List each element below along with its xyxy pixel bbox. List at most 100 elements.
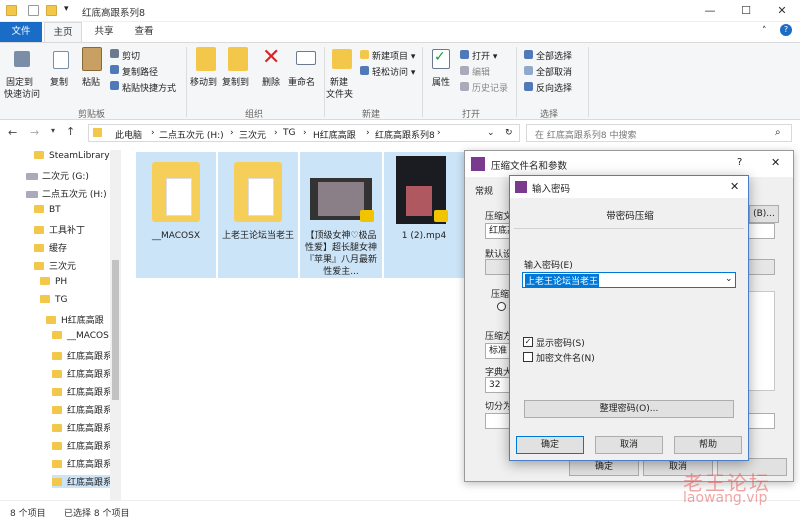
tree-item[interactable]: 红底高跟系 <box>52 439 112 452</box>
folder-icon <box>52 478 62 486</box>
close-icon[interactable]: ✕ <box>730 180 739 193</box>
help-icon[interactable]: ? <box>737 157 742 168</box>
tree-item[interactable]: 红底高跟系 <box>52 385 112 398</box>
tree-item[interactable]: 红底高跟系 <box>52 403 112 416</box>
search-box[interactable]: 在 红底高跟系列8 中搜索 ⌕ <box>526 124 792 142</box>
select-all-button[interactable]: 全部选择 <box>536 49 572 62</box>
help-button[interactable]: 帮助 <box>674 436 742 454</box>
address-bar[interactable]: 此电脑 › 二点五次元 (H:) › 三次元 › TG › H红底高跟 › 红底… <box>88 124 520 142</box>
nav-scrollbar[interactable] <box>110 150 121 500</box>
select-none-icon <box>524 66 533 75</box>
cancel-button[interactable]: 取消 <box>595 436 663 454</box>
tree-item[interactable]: 缓存 <box>34 241 67 254</box>
tree-item[interactable]: SteamLibrary <box>34 151 110 161</box>
split-label: 切分为 <box>485 402 513 412</box>
select-none-button[interactable]: 全部取消 <box>536 65 572 78</box>
collapse-ribbon-icon[interactable]: ˄ <box>762 26 767 36</box>
file-item[interactable]: __MACOSX <box>136 152 216 278</box>
forward-arrow-icon[interactable]: → <box>30 126 39 139</box>
tree-item[interactable]: 三次元 <box>34 259 76 272</box>
password-input[interactable]: 上老王论坛当老王 ⌄ <box>522 272 736 288</box>
ribbon-divider <box>588 47 589 117</box>
archive-format-label: 压缩 <box>491 290 510 300</box>
selection-count: 已选择 8 个项目 <box>64 509 130 519</box>
dialog-title-bar: 输入密码 ✕ <box>510 176 748 198</box>
invert-selection-button[interactable]: 反向选择 <box>536 81 572 94</box>
close-icon[interactable]: ✕ <box>771 156 780 169</box>
tree-item[interactable]: H红底高跟 <box>46 313 104 326</box>
format-radio[interactable] <box>497 302 506 311</box>
navigation-pane: SteamLibrary 二次元 (G:) 二点五次元 (H:) BT 工具补丁… <box>0 145 121 501</box>
breadcrumb-item[interactable]: 二点五次元 (H:) <box>159 128 224 141</box>
breadcrumb-item[interactable]: 三次元 <box>239 128 266 141</box>
easy-access-button[interactable]: 轻松访问 ▾ <box>372 65 415 78</box>
file-item[interactable]: 上老王论坛当老王 <box>218 152 298 278</box>
tree-item[interactable]: 红底高跟系 <box>52 349 112 362</box>
tree-item[interactable]: __MACOS <box>52 331 109 341</box>
tree-item[interactable]: BT <box>34 205 61 215</box>
recent-dropdown-icon[interactable]: ▾ <box>51 126 55 135</box>
pin-button-line2: 快速访问 <box>4 90 41 100</box>
paste-shortcut-icon <box>110 81 119 90</box>
search-input[interactable]: 在 红底高跟系列8 中搜索 <box>535 128 636 141</box>
properties-quick-icon[interactable] <box>28 5 39 16</box>
copy-button[interactable]: 复制 <box>50 75 68 88</box>
copy-path-button[interactable]: 复制路径 <box>122 65 158 78</box>
tab-file[interactable]: 文件 <box>0 22 42 42</box>
move-to-button[interactable]: 移动到 <box>190 75 217 88</box>
breadcrumb-item[interactable]: H红底高跟 <box>313 128 356 141</box>
history-button[interactable]: 历史记录 <box>472 81 508 94</box>
maximize-button[interactable]: ☐ <box>728 0 764 22</box>
organize-passwords-button[interactable]: 整理密码(O)... <box>524 400 734 418</box>
breadcrumb-item[interactable]: TG <box>283 128 295 138</box>
encrypt-names-label: 加密文件名(N) <box>536 354 595 364</box>
show-password-checkbox[interactable]: ✓ <box>523 337 533 347</box>
tree-item[interactable]: 红底高跟系 <box>52 421 112 434</box>
close-button[interactable]: ✕ <box>764 0 800 22</box>
folder-icon <box>6 5 17 16</box>
chevron-down-icon[interactable]: ⌄ <box>725 274 733 284</box>
open-button[interactable]: 打开 ▾ <box>472 49 497 62</box>
copy-to-button[interactable]: 复制到 <box>222 75 249 88</box>
help-icon[interactable]: ? <box>780 24 792 36</box>
tree-item[interactable]: 红底高跟系 <box>52 367 112 380</box>
tree-item[interactable]: 二次元 (G:) <box>26 169 89 182</box>
delete-icon: ✕ <box>262 45 281 70</box>
address-dropdown-icon[interactable]: ⌄ <box>487 128 495 138</box>
cut-button[interactable]: 剪切 <box>122 49 140 62</box>
dialog-title-bar: 压缩文件名和参数 ? ✕ <box>465 151 793 177</box>
tree-item[interactable]: 工具补丁 <box>34 223 85 236</box>
file-item[interactable]: 【顶级女神♡极品性爱】超长腿女神『苹果』八月最新性爱主... <box>300 152 382 278</box>
move-to-icon <box>196 47 216 71</box>
tree-item[interactable]: TG <box>40 295 67 305</box>
tab-general[interactable]: 常规 <box>475 184 493 197</box>
breadcrumb-item[interactable]: 红底高跟系列8 <box>375 128 435 141</box>
rename-button[interactable]: 重命名 <box>288 75 315 88</box>
quick-access-dropdown-icon[interactable]: ▾ <box>64 4 69 14</box>
paste-button[interactable]: 粘贴 <box>82 75 100 88</box>
tree-item[interactable]: 二点五次元 (H:) <box>26 187 107 200</box>
tab-view[interactable]: 查看 <box>124 22 164 42</box>
paste-shortcut-button[interactable]: 粘贴快捷方式 <box>122 81 176 94</box>
scrollbar-thumb[interactable] <box>112 260 119 400</box>
up-arrow-icon[interactable]: ↑ <box>66 125 75 138</box>
ok-button[interactable]: 确定 <box>516 436 584 454</box>
tab-home[interactable]: 主页 <box>44 22 82 42</box>
properties-button[interactable]: 属性 <box>432 75 450 88</box>
edit-button[interactable]: 编辑 <box>472 65 490 78</box>
file-item[interactable]: 1 (2).mp4 <box>384 152 464 278</box>
refresh-icon[interactable]: ↻ <box>505 128 513 138</box>
new-folder-quick-icon[interactable] <box>46 5 57 16</box>
delete-button[interactable]: 删除 <box>262 75 280 88</box>
encrypt-names-checkbox[interactable] <box>523 352 533 362</box>
tree-item[interactable]: PH <box>40 277 67 287</box>
watermark-url: laowang.vip <box>683 490 768 506</box>
tree-item-selected[interactable]: 红底高跟系 <box>52 475 112 488</box>
new-item-button[interactable]: 新建项目 ▾ <box>372 49 415 62</box>
tree-item[interactable]: 红底高跟系 <box>52 457 112 470</box>
browse-button[interactable]: (B)... <box>749 205 779 223</box>
minimize-button[interactable]: — <box>692 0 728 22</box>
tab-share[interactable]: 共享 <box>86 22 122 42</box>
back-arrow-icon[interactable]: ← <box>8 126 17 139</box>
breadcrumb-item[interactable]: 此电脑 <box>115 128 142 141</box>
